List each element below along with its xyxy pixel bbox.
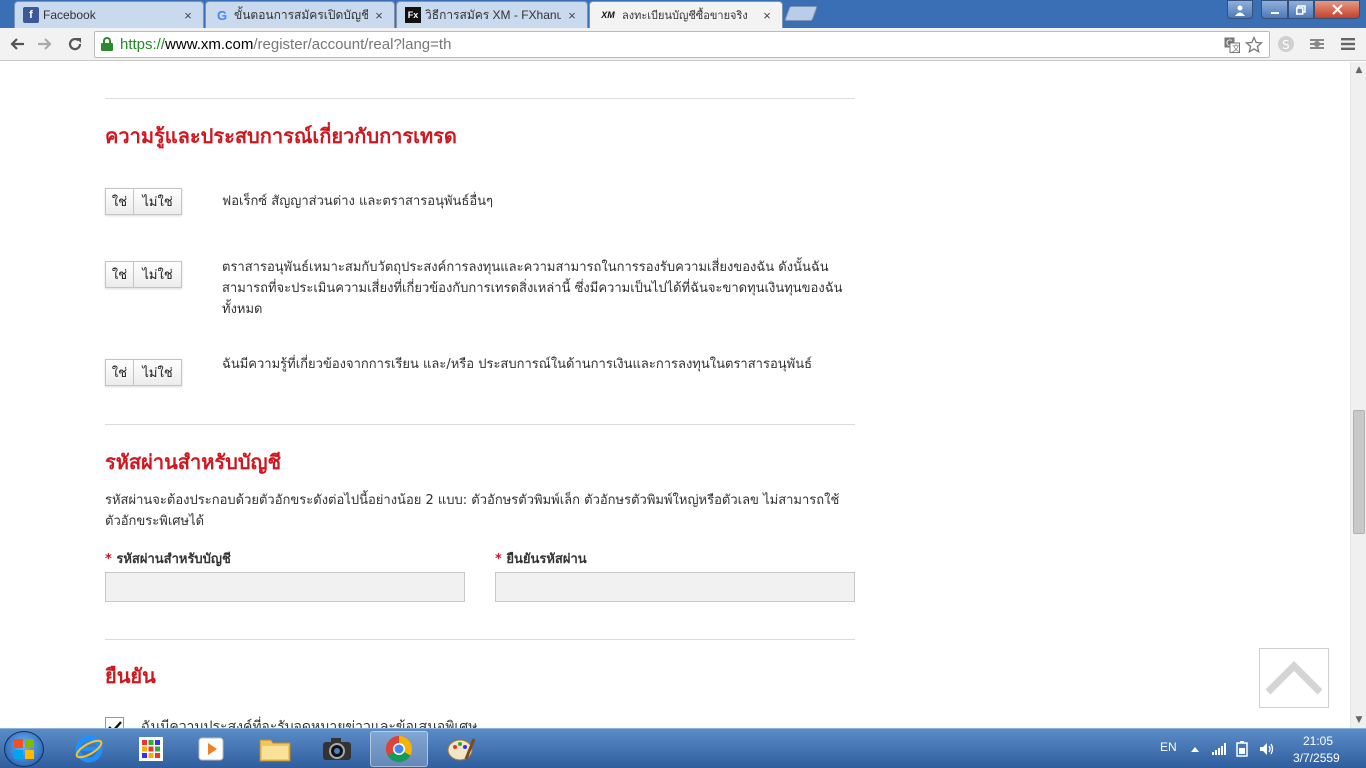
- windows-taskbar: EN 21:05 3/7/2559: [0, 728, 1366, 768]
- password-rules-text: รหัสผ่านจะต้องประกอบด้วยตัวอักขระดังต่อไ…: [105, 493, 840, 529]
- back-button[interactable]: [5, 33, 29, 55]
- window-controls: [1227, 0, 1360, 19]
- chevron-up-icon: [1265, 661, 1323, 695]
- camera-icon[interactable]: [308, 731, 366, 767]
- back-to-top-button[interactable]: [1259, 648, 1329, 708]
- volume-icon[interactable]: [1259, 741, 1275, 757]
- scroll-thumb[interactable]: [1353, 410, 1365, 534]
- internet-explorer-icon[interactable]: [60, 731, 118, 767]
- scroll-up-arrow-icon[interactable]: ▲: [1351, 62, 1366, 78]
- file-explorer-icon[interactable]: [246, 731, 304, 767]
- newsletter-label: ฉันมีความประสงค์ที่จะรับจดหมายข่าวและข้อ…: [141, 719, 478, 728]
- required-marker: *: [105, 552, 112, 567]
- signal-strength-icon[interactable]: [1211, 741, 1227, 757]
- xm-icon: XM: [601, 10, 615, 20]
- close-icon[interactable]: ×: [372, 8, 386, 23]
- tab-fxhanuman[interactable]: Fx วิธีการสมัคร XM - FXhanum ×: [396, 1, 588, 28]
- no-option[interactable]: ไม่ใช่: [134, 189, 181, 214]
- user-profile-icon[interactable]: [1227, 0, 1253, 19]
- yes-option[interactable]: ใช่: [106, 189, 134, 214]
- scroll-down-arrow-icon[interactable]: ▼: [1351, 712, 1366, 728]
- svg-text:文: 文: [1232, 43, 1240, 53]
- close-icon[interactable]: ×: [181, 8, 195, 23]
- yes-no-toggle-education[interactable]: ใช่ ไม่ใช่: [105, 359, 182, 386]
- browser-toolbar: https://www.xm.com/register/account/real…: [0, 28, 1366, 61]
- yes-option[interactable]: ใช่: [106, 360, 134, 385]
- language-indicator[interactable]: EN: [1160, 740, 1177, 754]
- newsletter-checkbox[interactable]: [105, 717, 124, 728]
- no-option[interactable]: ไม่ใช่: [134, 262, 181, 287]
- facebook-icon: f: [23, 7, 39, 23]
- yes-no-toggle-suitability[interactable]: ใช่ ไม่ใช่: [105, 261, 182, 288]
- knowledge-section-title: ความรู้และประสบการณ์เกี่ยวกับการเทรด: [105, 124, 457, 148]
- chrome-icon[interactable]: [370, 731, 428, 767]
- media-player-icon[interactable]: [182, 731, 240, 767]
- question-education: ฉันมีความรู้ที่เกี่ยวข้องจากการเรียน และ…: [222, 357, 813, 372]
- password-section-title: รหัสผ่านสำหรับบัญชี: [105, 450, 282, 474]
- url-text: https://www.xm.com/register/account/real…: [120, 36, 452, 53]
- paint-icon[interactable]: [432, 731, 490, 767]
- page-viewport: ความรู้และประสบการณ์เกี่ยวกับการเทรด ใช่…: [0, 62, 1350, 728]
- section-divider: [105, 424, 855, 425]
- close-icon[interactable]: ×: [760, 8, 774, 23]
- show-hidden-icons-icon[interactable]: [1187, 741, 1203, 757]
- question-suitability: ตราสารอนุพันธ์เหมาะสมกับวัตถุประสงค์การล…: [222, 260, 843, 317]
- yes-no-toggle-forex[interactable]: ใช่ ไม่ใช่: [105, 188, 182, 215]
- vertical-scrollbar[interactable]: ▲ ▼: [1350, 62, 1366, 728]
- address-bar[interactable]: https://www.xm.com/register/account/real…: [94, 31, 1270, 58]
- confirm-section-title: ยืนยัน: [105, 664, 156, 688]
- extension-icon[interactable]: [1306, 33, 1328, 55]
- new-tab-button[interactable]: [784, 6, 818, 21]
- password-label: * รหัสผ่านสำหรับบัญชี: [105, 552, 231, 567]
- translate-icon[interactable]: G文: [1223, 36, 1241, 54]
- start-button[interactable]: [4, 731, 44, 767]
- forward-button[interactable]: [33, 33, 57, 55]
- question-forex: ฟอเร็กซ์ สัญญาส่วนต่าง และตราสารอนุพันธ์…: [222, 194, 494, 209]
- required-marker: *: [495, 552, 502, 567]
- windows-logo-icon: [14, 739, 34, 759]
- reload-button[interactable]: [63, 33, 87, 55]
- bookmark-star-icon[interactable]: [1245, 36, 1263, 54]
- fx-icon: Fx: [405, 7, 421, 23]
- tab-title: Facebook: [43, 8, 96, 22]
- skype-icon[interactable]: S: [1275, 33, 1297, 55]
- lock-icon: [101, 37, 113, 51]
- tab-xm-register[interactable]: XM ลงทะเบียนบัญชีซื้อขายจริง ×: [589, 1, 783, 28]
- password-input[interactable]: [105, 572, 465, 602]
- tab-title: ลงทะเบียนบัญชีซื้อขายจริง: [622, 10, 748, 22]
- confirm-password-label: * ยืนยันรหัสผ่าน: [495, 552, 587, 567]
- section-divider: [105, 639, 855, 640]
- battery-icon[interactable]: [1234, 741, 1250, 757]
- confirm-password-input[interactable]: [495, 572, 855, 602]
- tab-facebook[interactable]: f Facebook ×: [14, 1, 204, 28]
- close-icon[interactable]: ×: [565, 8, 579, 23]
- apps-grid-icon[interactable]: [122, 731, 180, 767]
- tab-title: ขั้นตอนการสมัครเปิดบัญชี XM: [234, 7, 368, 22]
- google-icon: G: [216, 7, 228, 23]
- yes-option[interactable]: ใช่: [106, 262, 134, 287]
- minimize-button[interactable]: [1261, 0, 1288, 19]
- no-option[interactable]: ไม่ใช่: [134, 360, 181, 385]
- svg-text:S: S: [1282, 38, 1290, 52]
- close-window-button[interactable]: [1314, 0, 1360, 19]
- tab-title: วิธีการสมัคร XM - FXhanum: [425, 7, 561, 22]
- restore-button[interactable]: [1288, 0, 1314, 19]
- section-divider: [105, 98, 855, 99]
- clock-date[interactable]: 3/7/2559: [1293, 751, 1340, 765]
- tab-google[interactable]: G ขั้นตอนการสมัครเปิดบัญชี XM ×: [205, 1, 395, 28]
- clock-time[interactable]: 21:05: [1303, 734, 1333, 748]
- menu-icon[interactable]: [1337, 33, 1359, 55]
- browser-tab-strip: f Facebook × G ขั้นตอนการสมัครเปิดบัญชี …: [0, 0, 1366, 28]
